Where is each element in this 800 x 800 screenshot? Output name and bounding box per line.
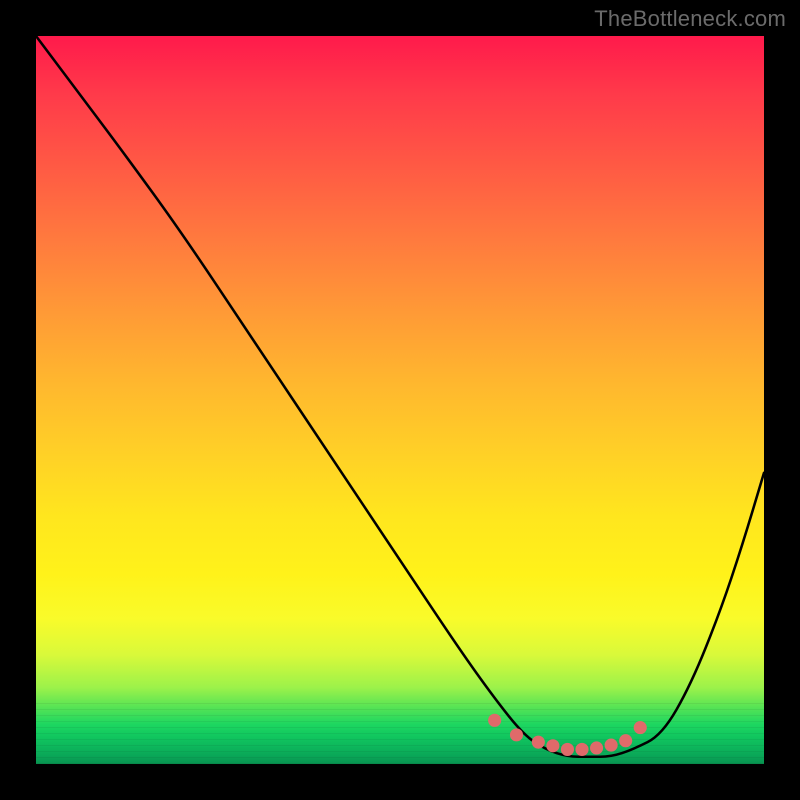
optimal-dot [590, 741, 603, 754]
optimal-dot [561, 743, 574, 756]
optimal-dot [619, 734, 632, 747]
watermark-text: TheBottleneck.com [594, 6, 786, 32]
optimal-dot [575, 743, 588, 756]
optimal-dot [510, 728, 523, 741]
optimal-dot [532, 736, 545, 749]
bottleneck-curve [36, 36, 764, 757]
curve-layer [36, 36, 764, 764]
optimal-dot [605, 739, 618, 752]
optimal-dot [488, 714, 501, 727]
optimal-dot [546, 739, 559, 752]
plot-area [36, 36, 764, 764]
optimal-dot [634, 721, 647, 734]
chart-frame: TheBottleneck.com [0, 0, 800, 800]
